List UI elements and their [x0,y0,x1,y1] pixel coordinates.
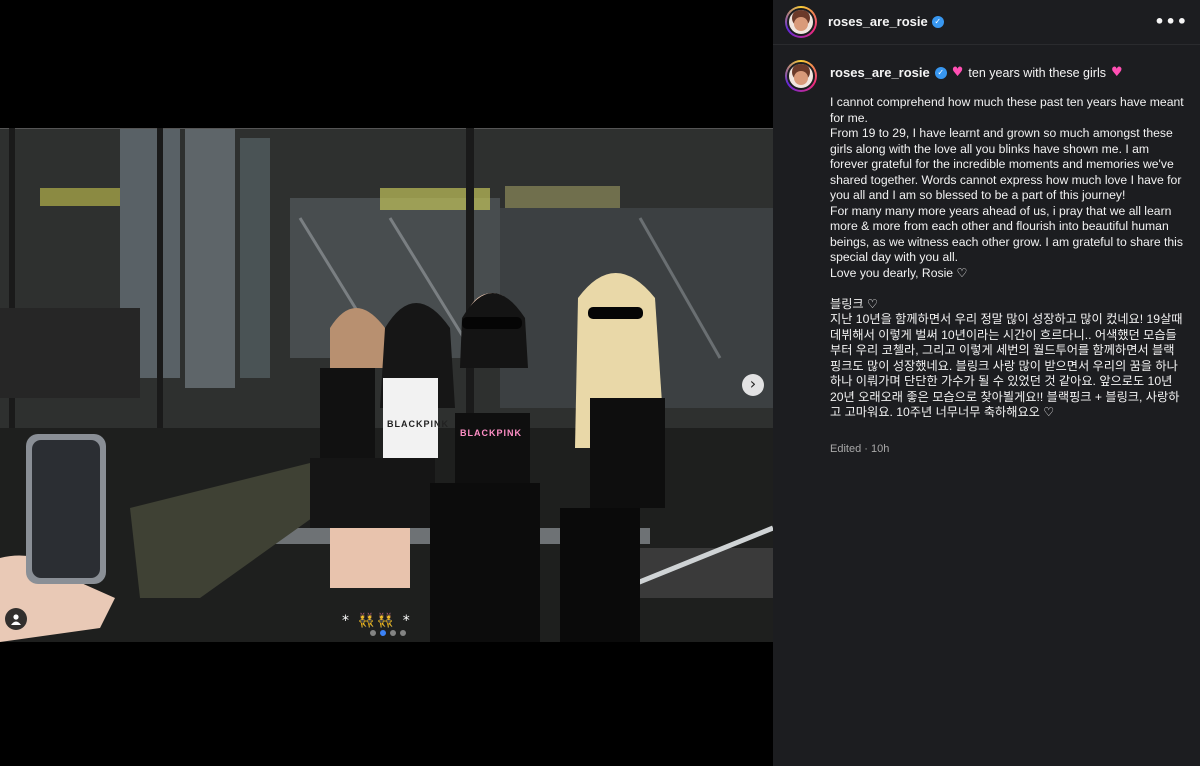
carousel-dot [370,630,376,636]
caption-title: ten years with these girls [968,65,1106,80]
top1-text: BLACKPINK [387,419,449,429]
edited-timestamp: Edited · 10h [830,443,889,455]
verified-badge-icon: ✓ [934,66,947,79]
edited-label: Edited [830,443,862,455]
tagged-users-button[interactable] [5,608,27,630]
top2-text: BLACKPINK [460,428,522,438]
caption-header: roses_are_rosie ✓ ♥ ten years with these… [830,65,1190,80]
carousel-dot [390,630,396,636]
header-username-row: roses_are_rosie ✓ [828,14,944,29]
user-icon [11,614,21,625]
carousel-indicator [370,630,406,636]
next-photo-button[interactable]: › [742,374,764,396]
time-ago: 10h [871,443,890,455]
separator: · [864,443,871,455]
post-header: roses_are_rosie ✓ ••• [773,0,1200,45]
photo-scene [0,128,773,642]
photo-overlay-caption: * 👯👯 * [342,613,412,629]
pink-heart-icon: ♥ [1110,65,1123,80]
post-photo: BLACKPINK BLACKPINK [0,128,773,642]
username-link[interactable]: roses_are_rosie [828,14,928,29]
more-options-button[interactable]: ••• [1154,12,1188,31]
chevron-right-icon: › [749,374,757,393]
avatar-image [787,8,815,36]
post-detail-panel: roses_are_rosie ✓ ••• roses_are_rosie ✓ … [773,0,1200,766]
caption-text: I cannot comprehend how much these past … [830,95,1184,419]
avatar[interactable] [785,6,817,38]
carousel-dot-active [380,630,386,636]
verified-badge-icon: ✓ [931,15,944,28]
carousel-dot [400,630,406,636]
avatar-image [787,62,815,90]
pink-heart-icon: ♥ [951,65,964,80]
caption-avatar[interactable] [785,60,817,92]
caption-username-link[interactable]: roses_are_rosie [830,65,930,80]
media-area: BLACKPINK BLACKPINK › * 👯👯 * [0,0,773,766]
